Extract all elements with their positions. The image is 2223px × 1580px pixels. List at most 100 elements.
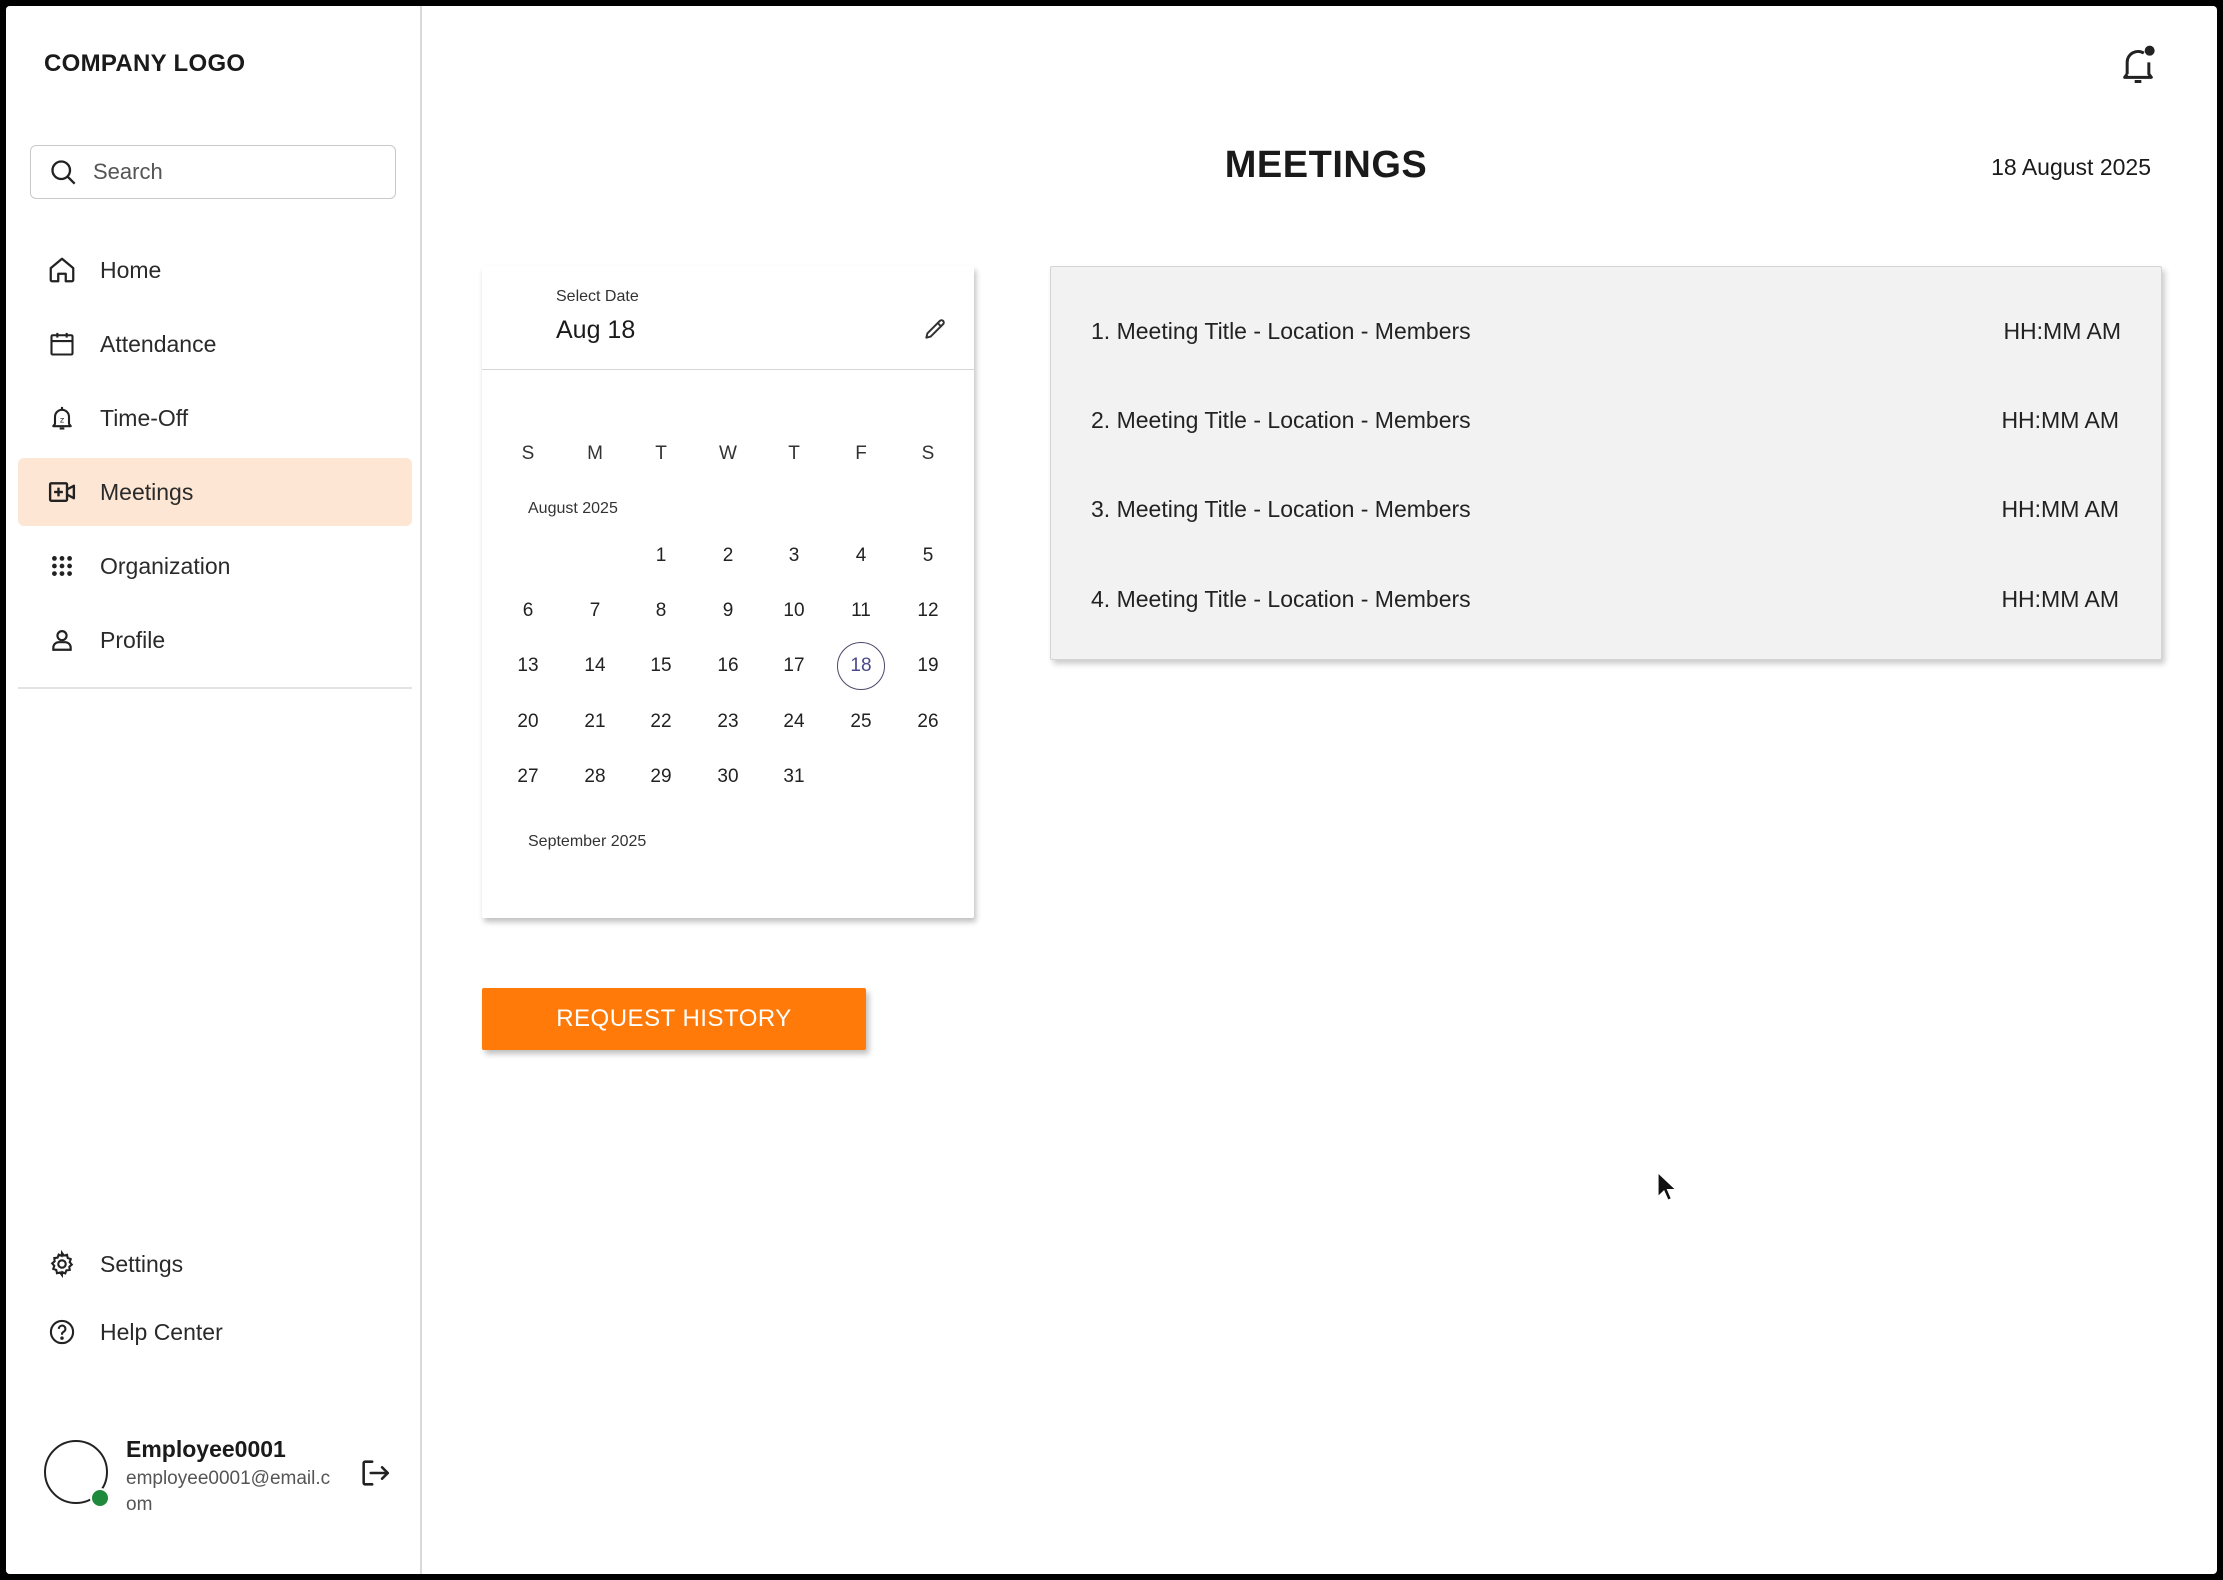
calendar-day[interactable]: 15 (637, 642, 685, 690)
sidebar-item-attendance[interactable]: Attendance (18, 310, 412, 378)
calendar-day[interactable]: 9 (704, 587, 752, 635)
online-status-indicator (90, 1488, 110, 1508)
calendar-day[interactable]: 6 (504, 587, 552, 635)
calendar-day[interactable]: 24 (770, 698, 818, 746)
meeting-time: HH:MM AM (2001, 585, 2119, 612)
calendar-day[interactable]: 14 (571, 642, 619, 690)
calendar-day[interactable]: 7 (571, 587, 619, 635)
meeting-time: HH:MM AM (2001, 495, 2119, 522)
weekday-header: S (521, 443, 535, 464)
next-month-label: September 2025 (528, 833, 647, 850)
calendar-day[interactable]: 23 (704, 698, 752, 746)
sidebar-bottom-nav: Settings Help Center (18, 1234, 412, 1370)
page-title: MEETINGS (1224, 144, 1428, 186)
calendar-day[interactable]: 5 (904, 532, 952, 580)
gear-icon (46, 1248, 78, 1280)
meeting-item[interactable]: 2. Meeting Title - Location - Members HH… (1091, 400, 2119, 440)
sidebar-nav: Home Attendance z Time-Off Meetings Orga… (18, 236, 412, 680)
search-input[interactable] (91, 158, 375, 186)
calendar-day[interactable]: 13 (504, 642, 552, 690)
weekday-header: W (719, 443, 737, 464)
mouse-cursor-icon (1656, 1170, 1679, 1209)
weekday-header: F (855, 443, 867, 464)
weekday-header: T (788, 443, 800, 464)
svg-text:z: z (60, 415, 64, 425)
calendar-day[interactable]: 3 (770, 532, 818, 580)
meeting-time: HH:MM AM (2003, 317, 2121, 344)
notification-bell-icon (2123, 45, 2155, 83)
calendar-day[interactable]: 25 (837, 698, 885, 746)
sidebar: COMPANY LOGO Home Attendance z (6, 6, 422, 1574)
sidebar-item-help-center[interactable]: Help Center (18, 1302, 412, 1362)
calendar-day-selected[interactable]: 18 (837, 642, 885, 690)
meeting-item[interactable]: 3. Meeting Title - Location - Members HH… (1091, 489, 2119, 529)
sidebar-item-label: Home (100, 256, 162, 283)
sidebar-item-home[interactable]: Home (18, 236, 412, 304)
calendar-day[interactable]: 29 (637, 753, 685, 801)
sidebar-item-label: Time-Off (100, 404, 189, 431)
search-icon (51, 160, 76, 185)
current-date: 18 August 2025 (1991, 154, 2151, 180)
calendar-day[interactable]: 22 (637, 698, 685, 746)
calendar-day[interactable]: 10 (770, 587, 818, 635)
meeting-title: 1. Meeting Title - Location - Members (1091, 317, 1471, 344)
calendar-day[interactable]: 26 (904, 698, 952, 746)
date-picker-label: Select Date (556, 288, 639, 305)
meeting-time: HH:MM AM (2001, 406, 2119, 433)
user-profile-card: Employee0001 employee0001@email.com (40, 1430, 410, 1520)
meeting-item[interactable]: 4. Meeting Title - Location - Members HH… (1091, 579, 2119, 619)
calendar-day[interactable]: 4 (837, 532, 885, 580)
time-off-bell-icon: z (46, 402, 78, 434)
date-picker: Select Date Aug 18 S M T W T F S August 2025 1 2 3… (482, 266, 974, 918)
user-name: Employee0001 (126, 1436, 286, 1462)
calendar-day[interactable]: 17 (770, 642, 818, 690)
logout-icon (362, 1460, 390, 1486)
weekday-header: T (655, 443, 667, 464)
meeting-item[interactable]: 1. Meeting Title - Location - Members HH… (1091, 311, 2121, 351)
grid-dots-icon (46, 550, 78, 582)
sidebar-divider (18, 687, 412, 689)
calendar-day[interactable]: 27 (504, 753, 552, 801)
meetings-list: 1. Meeting Title - Location - Members HH… (1050, 266, 2162, 660)
weekday-header: S (921, 443, 935, 464)
calendar-day[interactable]: 16 (704, 642, 752, 690)
edit-date-button[interactable] (922, 316, 948, 347)
sidebar-item-settings[interactable]: Settings (18, 1234, 412, 1294)
search-box[interactable] (30, 145, 396, 199)
sidebar-item-label: Attendance (100, 330, 217, 357)
user-email: employee0001@email.com (126, 1468, 331, 1515)
sidebar-item-profile[interactable]: Profile (18, 606, 412, 674)
sidebar-item-time-off[interactable]: z Time-Off (18, 384, 412, 452)
calendar-day[interactable]: 28 (571, 753, 619, 801)
calendar-day[interactable]: 19 (904, 642, 952, 690)
calendar-day[interactable]: 20 (504, 698, 552, 746)
calendar-icon (46, 328, 78, 360)
request-history-button[interactable]: REQUEST HISTORY (482, 988, 866, 1050)
month-label: August 2025 (528, 500, 618, 517)
meeting-title: 2. Meeting Title - Location - Members (1091, 406, 1471, 433)
sidebar-item-meetings[interactable]: Meetings (18, 458, 412, 526)
sidebar-item-label: Settings (100, 1250, 184, 1277)
calendar-day[interactable]: 30 (704, 753, 752, 801)
calendar-day[interactable]: 12 (904, 587, 952, 635)
meeting-title: 4. Meeting Title - Location - Members (1091, 585, 1471, 612)
person-icon (46, 624, 78, 656)
meeting-title: 3. Meeting Title - Location - Members (1091, 495, 1471, 522)
sidebar-item-organization[interactable]: Organization (18, 532, 412, 600)
calendar-day[interactable]: 11 (837, 587, 885, 635)
sidebar-item-label: Profile (100, 626, 166, 653)
video-add-icon (46, 476, 78, 508)
app-window: COMPANY LOGO Home Attendance z (6, 6, 2217, 1574)
calendar-day[interactable]: 1 (637, 532, 685, 580)
help-circle-icon (46, 1316, 78, 1348)
notifications-button[interactable] (2118, 42, 2158, 91)
date-picker-header: Select Date Aug 18 (482, 266, 974, 370)
calendar-day[interactable]: 2 (704, 532, 752, 580)
calendar-day[interactable]: 31 (770, 753, 818, 801)
weekday-header: M (587, 443, 603, 464)
logout-button[interactable] (358, 1456, 392, 1495)
calendar-day[interactable]: 8 (637, 587, 685, 635)
sidebar-item-label: Help Center (100, 1318, 223, 1345)
sidebar-item-label: Organization (100, 552, 231, 579)
calendar-day[interactable]: 21 (571, 698, 619, 746)
